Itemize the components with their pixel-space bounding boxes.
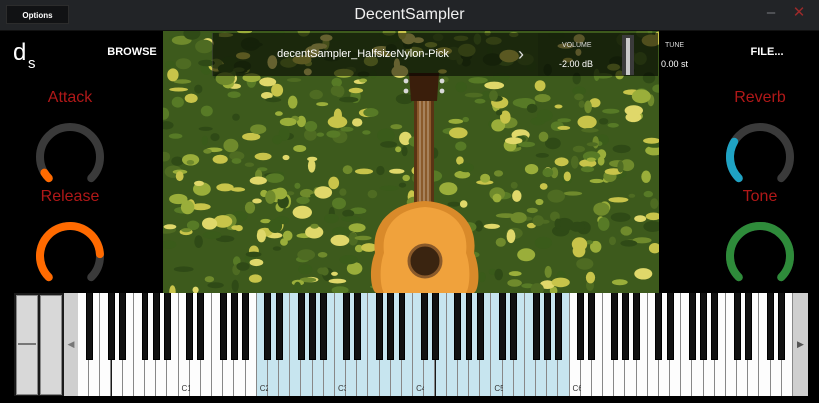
- black-key[interactable]: [342, 293, 350, 360]
- black-key[interactable]: [197, 293, 205, 360]
- pitch-wheel-center-mark: [18, 343, 36, 345]
- pitch-wheel[interactable]: [16, 295, 38, 395]
- release-knob[interactable]: [30, 216, 110, 296]
- black-key[interactable]: [733, 293, 741, 360]
- tune-label: TUNE: [665, 42, 685, 49]
- knob-value-arc: [36, 222, 104, 282]
- black-key[interactable]: [309, 293, 317, 360]
- black-key[interactable]: [275, 293, 283, 360]
- black-key[interactable]: [666, 293, 674, 360]
- knob-value-arc: [40, 168, 53, 183]
- black-key[interactable]: [432, 293, 439, 360]
- black-key[interactable]: [454, 293, 462, 360]
- volume-slider[interactable]: [622, 35, 634, 75]
- knob-value-arc: [726, 222, 794, 282]
- black-key[interactable]: [85, 293, 93, 360]
- black-key[interactable]: [711, 293, 719, 360]
- tone-knob[interactable]: [720, 216, 800, 296]
- black-key[interactable]: [577, 293, 585, 360]
- preset-selector[interactable]: decentSampler_HalfsizeNylon-Pick ›: [212, 33, 538, 76]
- black-key[interactable]: [510, 293, 518, 360]
- black-key[interactable]: [152, 293, 160, 360]
- black-key[interactable]: [588, 293, 596, 360]
- black-key[interactable]: [119, 293, 127, 360]
- tone-label: Tone: [742, 188, 778, 205]
- browse-button[interactable]: BROWSE: [104, 46, 160, 62]
- preset-name: decentSampler_HalfsizeNylon-Pick: [277, 48, 449, 60]
- black-key[interactable]: [398, 293, 406, 360]
- black-key[interactable]: [610, 293, 618, 360]
- black-key[interactable]: [744, 293, 752, 360]
- tune-value[interactable]: 0.00 st: [661, 59, 688, 69]
- knob-track: [36, 123, 104, 183]
- black-key[interactable]: [767, 293, 775, 360]
- black-key[interactable]: [230, 293, 238, 360]
- black-key[interactable]: [778, 293, 786, 360]
- next-preset-icon[interactable]: ›: [513, 43, 529, 65]
- header: d s BROWSE decentSampler_HalfsizeNylon-P…: [0, 31, 819, 79]
- black-key[interactable]: [242, 293, 250, 360]
- black-key[interactable]: [387, 293, 395, 360]
- svg-text:d: d: [13, 39, 26, 66]
- black-key[interactable]: [163, 293, 171, 360]
- knob-track: [726, 123, 794, 183]
- volume-label: VOLUME: [562, 42, 592, 49]
- black-key[interactable]: [655, 293, 663, 360]
- black-key[interactable]: [554, 293, 562, 360]
- black-key[interactable]: [353, 293, 361, 360]
- black-key[interactable]: [532, 293, 540, 360]
- window-title: DecentSampler: [354, 6, 465, 23]
- decentsampler-logo: d s: [13, 39, 36, 69]
- mod-wheel[interactable]: [40, 295, 62, 395]
- minimize-icon[interactable]: –: [764, 5, 778, 21]
- black-key[interactable]: [633, 293, 641, 360]
- title-bar: Options DecentSampler – ✕: [0, 0, 819, 31]
- close-icon[interactable]: ✕: [792, 5, 806, 21]
- black-key[interactable]: [621, 293, 629, 360]
- volume-control: VOLUME -2.00 dB: [538, 33, 658, 76]
- piano-keyboard[interactable]: ◀ ▶ C1 C2 C3 C4 C5 C6: [14, 293, 808, 396]
- black-key[interactable]: [141, 293, 149, 360]
- svg-text:s: s: [28, 55, 36, 69]
- black-key[interactable]: [297, 293, 305, 360]
- black-key[interactable]: [320, 293, 328, 360]
- volume-value: -2.00 dB: [559, 59, 594, 69]
- main-panel: d s BROWSE decentSampler_HalfsizeNylon-P…: [0, 31, 819, 403]
- black-key[interactable]: [688, 293, 696, 360]
- black-key[interactable]: [543, 293, 551, 360]
- black-key[interactable]: [420, 293, 428, 360]
- octave-down-icon[interactable]: ◀: [64, 293, 78, 396]
- reverb-knob[interactable]: [720, 117, 800, 197]
- black-key[interactable]: [186, 293, 194, 360]
- file-button[interactable]: FILE...: [745, 46, 789, 62]
- octave-up-icon[interactable]: ▶: [793, 293, 808, 396]
- black-key[interactable]: [219, 293, 227, 360]
- black-key[interactable]: [465, 293, 473, 360]
- black-key[interactable]: [264, 293, 272, 360]
- black-key[interactable]: [108, 293, 115, 360]
- black-key[interactable]: [499, 293, 506, 360]
- black-key[interactable]: [700, 293, 708, 360]
- volume-slider-fill: [626, 37, 630, 75]
- attack-knob[interactable]: [30, 117, 110, 197]
- release-label: Release: [40, 188, 100, 205]
- knob-value-arc: [726, 137, 743, 183]
- black-key[interactable]: [376, 293, 384, 360]
- reverb-label: Reverb: [734, 89, 786, 106]
- attack-label: Attack: [47, 89, 93, 106]
- black-key[interactable]: [476, 293, 484, 360]
